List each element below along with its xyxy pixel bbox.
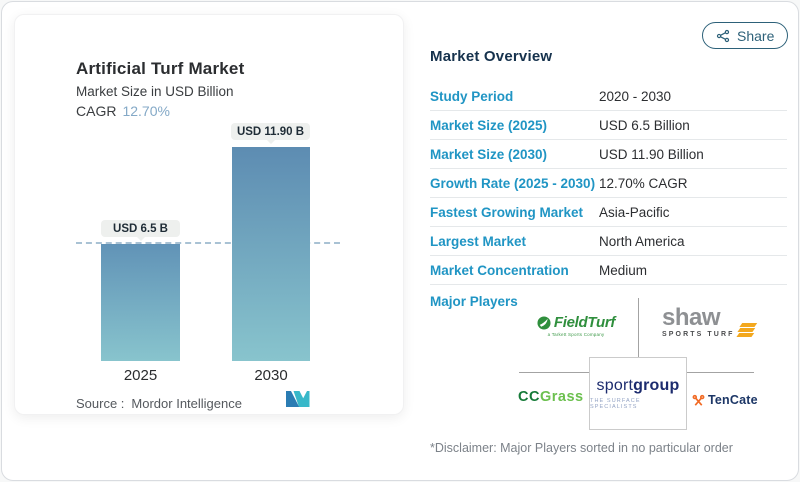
share-icon [716, 29, 730, 43]
row-value: 2020 - 2030 [599, 89, 671, 104]
row-label: Largest Market [430, 234, 599, 249]
bar-2030 [232, 147, 310, 361]
share-button-label: Share [737, 28, 774, 44]
source-label: Source : [76, 396, 124, 411]
row-label: Fastest Growing Market [430, 205, 599, 220]
overview-table: Study Period 2020 - 2030 Market Size (20… [430, 82, 787, 285]
fieldturf-leaf-icon [537, 316, 551, 330]
row-label: Market Size (2025) [430, 118, 599, 133]
players-disclaimer: *Disclaimer: Major Players sorted in no … [430, 441, 733, 455]
tencate-name: TenCate [708, 393, 758, 407]
x-axis-label-2030: 2030 [232, 367, 310, 384]
row-value: North America [599, 234, 685, 249]
market-chart-card: Artificial Turf Market Market Size in US… [14, 14, 404, 415]
table-row: Market Concentration Medium [430, 256, 787, 285]
bar-value-label-2030: USD 11.90 B [231, 123, 310, 140]
mordor-intelligence-logo-icon [286, 391, 310, 412]
row-value: Asia-Pacific [599, 205, 670, 220]
players-divider-vertical [638, 298, 639, 357]
players-divider-horizontal-right [687, 372, 754, 373]
fieldturf-logo: FieldTurf a Tarkett Sports Company [536, 314, 616, 337]
table-row: Growth Rate (2025 - 2030) 12.70% CAGR [430, 169, 787, 198]
bar-2025 [101, 244, 180, 361]
shaw-s-icon [738, 322, 756, 337]
row-label: Growth Rate (2025 - 2030) [430, 176, 599, 191]
overview-title: Market Overview [430, 48, 552, 65]
row-label: Market Size (2030) [430, 147, 599, 162]
table-row: Fastest Growing Market Asia-Pacific [430, 198, 787, 227]
chart-source: Source : Mordor Intelligence [76, 396, 242, 411]
major-players-label: Major Players [430, 294, 518, 309]
row-label: Market Concentration [430, 263, 599, 278]
fieldturf-tagline: a Tarkett Sports Company [536, 332, 616, 337]
row-label: Study Period [430, 89, 599, 104]
table-row: Study Period 2020 - 2030 [430, 82, 787, 111]
ccgrass-grass: Grass [540, 389, 584, 405]
row-value: Medium [599, 263, 647, 278]
sportgroup-tagline: THE SURFACE SPECIALISTS [590, 398, 686, 410]
bar-chart: USD 6.5 B USD 11.90 B 2025 2030 [15, 15, 405, 416]
fieldturf-name: FieldTurf [554, 314, 615, 331]
table-row: Largest Market North America [430, 227, 787, 256]
row-value: USD 6.5 Billion [599, 118, 690, 133]
tencate-keys-icon [692, 394, 705, 407]
shaw-subtitle: SPORTS TURF [662, 331, 735, 338]
source-value: Mordor Intelligence [131, 396, 242, 411]
players-divider-horizontal-left [519, 372, 589, 373]
tencate-logo: TenCate [692, 393, 758, 407]
table-row: Market Size (2025) USD 6.5 Billion [430, 111, 787, 140]
ccgrass-logo: CCGrass [518, 389, 584, 405]
sportgroup-part1: sport [597, 377, 634, 394]
share-button[interactable]: Share [702, 22, 788, 49]
report-widget: Artificial Turf Market Market Size in US… [1, 1, 799, 481]
row-value: USD 11.90 Billion [599, 147, 704, 162]
shaw-name: shaw [662, 308, 720, 328]
shaw-logo: shaw SPORTS TURF [662, 308, 758, 338]
x-axis-label-2025: 2025 [101, 367, 180, 384]
table-row: Market Size (2030) USD 11.90 Billion [430, 140, 787, 169]
sportgroup-logo: sportgroup THE SURFACE SPECIALISTS [589, 357, 687, 430]
ccgrass-cc: CC [518, 389, 540, 405]
bar-value-label-2025: USD 6.5 B [101, 220, 180, 237]
sportgroup-part2: group [633, 377, 679, 394]
row-value: 12.70% CAGR [599, 176, 688, 191]
